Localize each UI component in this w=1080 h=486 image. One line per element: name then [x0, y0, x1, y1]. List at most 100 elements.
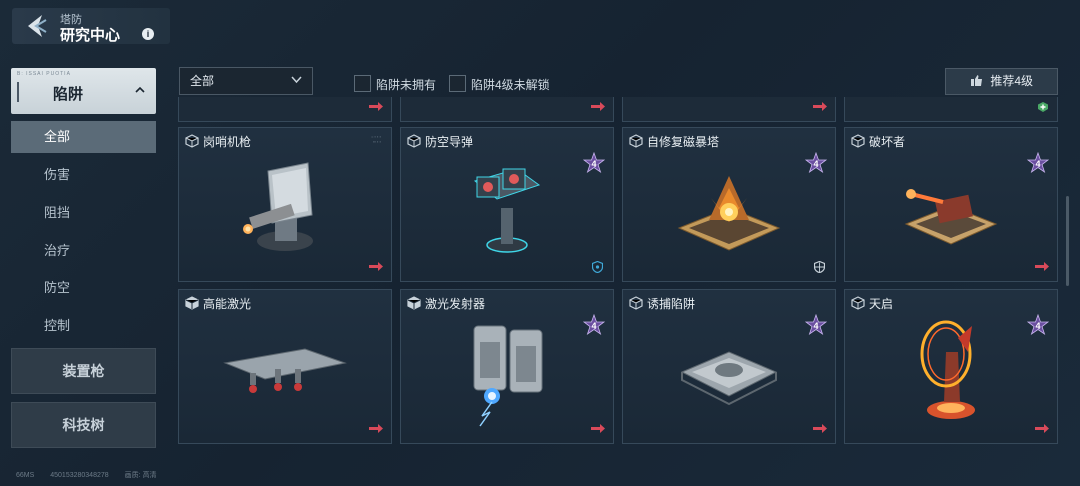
card-title: 防空导弹 [425, 135, 474, 149]
arrow-right-icon [591, 102, 605, 111]
shield-icon [592, 261, 603, 273]
trap-grid: 岗哨机枪 = ▪ ▪ ▪ ▪▪ ▪ ▪ 防空导弹 4 自修复磁暴塔 4 破坏者 … [178, 97, 1058, 457]
back-arrow-icon [28, 15, 47, 37]
card-destroyer[interactable]: 破坏者 4 [844, 127, 1058, 282]
category-dropdown[interactable]: 全部 [179, 67, 313, 95]
sidebar-item-damage[interactable]: 伤害 [11, 159, 156, 191]
level-4-badge-icon: 4 [805, 314, 827, 336]
sidebar-item-heal[interactable]: 治疗 [11, 235, 156, 267]
cube-icon [185, 134, 199, 148]
laser-emitter-image [473, 325, 543, 426]
sidebar-item-label: 全部 [44, 129, 71, 144]
top-header: 塔防 研究中心 i [12, 8, 170, 44]
card-partial[interactable] [178, 97, 392, 122]
level-4-badge-icon: 4 [805, 152, 827, 174]
card-title: 岗哨机枪 [203, 135, 252, 149]
recommend-level4-button[interactable]: 推荐4级 [945, 68, 1058, 95]
filter-level4-locked[interactable]: 陷阱4级未解锁 [449, 75, 559, 93]
svg-text:4: 4 [813, 321, 818, 331]
card-self-repair-tesla[interactable]: 自修复磁暴塔 4 [622, 127, 836, 282]
latency-text: 66MS [16, 472, 35, 479]
arrow-right-icon [813, 424, 827, 433]
cube-icon [407, 134, 421, 148]
section-tiny-text: B: ISSAI PUOTIA [17, 71, 71, 77]
device-gun-button[interactable]: 装置枪 [11, 348, 156, 394]
tech-tree-label: 科技树 [62, 417, 105, 433]
checkbox-level4-locked[interactable] [449, 75, 466, 92]
quality-value: 高清 [142, 472, 157, 479]
grid-scrollbar[interactable] [1066, 196, 1069, 286]
level-4-badge-icon: 4 [1027, 314, 1049, 336]
section-bar [17, 82, 19, 102]
sidebar-section-traps[interactable]: B: ISSAI PUOTIA 陷阱 [11, 68, 156, 114]
cube-icon [407, 296, 421, 310]
page-title: 研究中心 [60, 27, 121, 44]
card-title: 激光发射器 [425, 297, 486, 311]
sidebar-item-label: 治疗 [44, 243, 71, 258]
filter-not-owned[interactable]: 陷阱未拥有 [354, 75, 444, 93]
svg-text:4: 4 [1035, 321, 1040, 331]
arrow-right-icon [813, 102, 827, 111]
destroyer-image [904, 188, 998, 245]
chevron-up-icon [135, 86, 145, 93]
arrow-right-icon [369, 262, 383, 271]
section-label: 陷阱 [53, 86, 84, 103]
checkbox-not-owned[interactable] [354, 75, 371, 92]
card-partial[interactable] [844, 97, 1058, 122]
card-laser-emitter[interactable]: 激光发射器 4 [400, 289, 614, 444]
card-aa-missile[interactable]: 防空导弹 4 [400, 127, 614, 282]
card-title: 破坏者 [869, 135, 906, 149]
heal-plus-icon [1038, 102, 1048, 112]
laser-trap-image [223, 348, 347, 393]
cube-icon [851, 134, 865, 148]
recommend-label: 推荐4级 [990, 74, 1034, 88]
level-4-badge-icon: 4 [1027, 152, 1049, 174]
player-id-text: 450153280348278 [50, 472, 109, 479]
card-title: 诱捕陷阱 [647, 297, 696, 311]
card-partial[interactable] [622, 97, 836, 122]
card-snare-trap[interactable]: 诱捕陷阱 4 [622, 289, 836, 444]
card-title: 自修复磁暴塔 [647, 135, 720, 149]
sidebar-item-block[interactable]: 阻挡 [11, 197, 156, 229]
cube-icon [629, 296, 643, 310]
checkbox-label: 陷阱未拥有 [376, 78, 437, 92]
shield-icon [814, 261, 825, 273]
arrow-right-icon [1035, 262, 1049, 271]
card-title: 天启 [869, 297, 894, 311]
arrow-right-icon [369, 102, 383, 111]
snare-trap-image [680, 351, 778, 405]
aa-missile-image [473, 167, 541, 253]
card-high-energy-laser[interactable]: 高能激光 [178, 289, 392, 444]
sidebar-item-label: 防空 [44, 280, 71, 295]
device-gun-label: 装置枪 [62, 363, 105, 379]
svg-text:4: 4 [1035, 159, 1040, 169]
info-icon[interactable]: i [142, 28, 154, 40]
back-button[interactable] [20, 12, 52, 40]
sentry-gun-image [243, 161, 313, 251]
level-4-badge-icon: 4 [583, 314, 605, 336]
svg-text:4: 4 [813, 159, 818, 169]
card-sentry-gun[interactable]: 岗哨机枪 = ▪ ▪ ▪ ▪▪ ▪ ▪ [178, 127, 392, 282]
tesla-tower-image [677, 175, 781, 251]
cube-icon [851, 296, 865, 310]
sidebar-item-air-defense[interactable]: 防空 [11, 272, 156, 304]
sidebar-item-label: 阻挡 [44, 205, 71, 220]
card-title: 高能激光 [203, 297, 252, 311]
sidebar-item-all[interactable]: 全部 [11, 121, 156, 153]
status-footer: 66MS 450153280348278 画质: 高清 [16, 470, 171, 480]
tech-tree-button[interactable]: 科技树 [11, 402, 156, 448]
sidebar-item-label: 控制 [44, 318, 71, 333]
card-apocalypse[interactable]: 天启 4 [844, 289, 1058, 444]
arrow-right-icon [369, 424, 383, 433]
dropdown-value: 全部 [190, 74, 215, 88]
thumbs-up-icon [970, 75, 982, 86]
arrow-right-icon [591, 424, 605, 433]
cube-icon [629, 134, 643, 148]
card-deco: = ▪ ▪ ▪ ▪▪ ▪ ▪ [371, 134, 381, 144]
card-partial[interactable] [400, 97, 614, 122]
apocalypse-image [920, 320, 975, 419]
sidebar-item-control[interactable]: 控制 [11, 310, 156, 342]
arrow-right-icon [1035, 424, 1049, 433]
svg-text:4: 4 [591, 159, 596, 169]
checkbox-label: 陷阱4级未解锁 [471, 78, 550, 92]
